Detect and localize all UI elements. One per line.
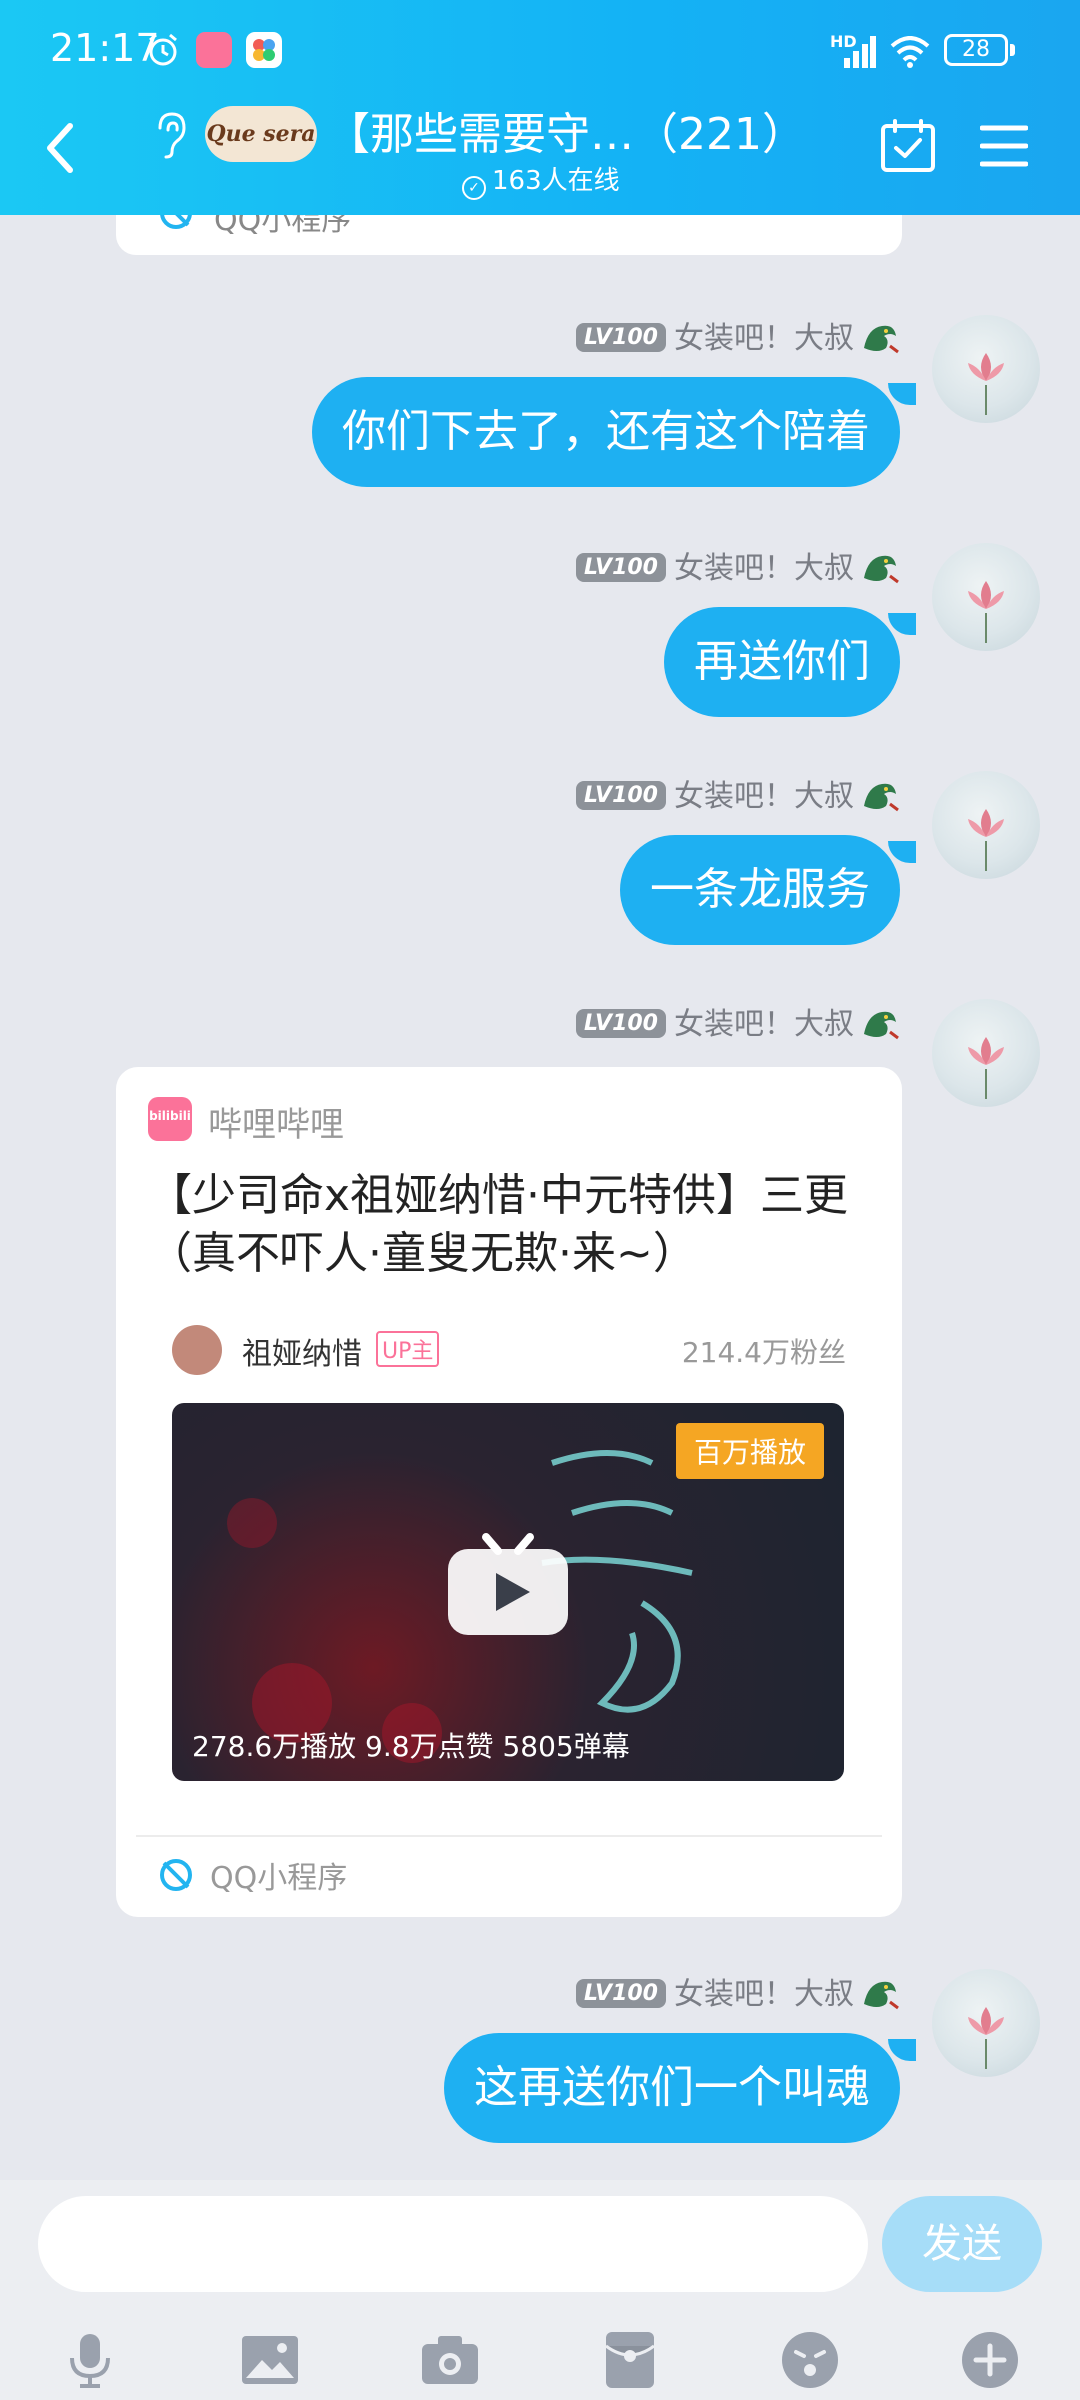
sender-name: 女装吧！大叔: [674, 1977, 854, 2012]
signal-icon: [844, 36, 876, 68]
hot-badge: 百万播放: [675, 1423, 824, 1479]
red-packet-icon[interactable]: [600, 2330, 660, 2390]
sender-avatar[interactable]: [932, 999, 1040, 1107]
uploader-name: 祖娅纳惜: [242, 1337, 362, 1372]
back-icon[interactable]: [40, 118, 80, 178]
status-bar: 21:17 HD 28: [0, 0, 1080, 100]
bubble-tail: [888, 613, 916, 635]
fan-count: 214.4万粉丝: [681, 1336, 846, 1369]
lotus-icon: [968, 2007, 1004, 2069]
video-thumbnail[interactable]: 百万播放 278.6万播放 9.8万点赞 5805弹幕: [172, 1403, 844, 1781]
bilibili-icon: bilibili: [148, 1097, 192, 1141]
level-badge: LV100: [576, 781, 666, 810]
sender-avatar[interactable]: [932, 543, 1040, 651]
card-divider: [136, 1835, 882, 1837]
plus-icon[interactable]: [960, 2330, 1020, 2390]
level-badge: LV100: [576, 323, 666, 352]
bilibili-icon-text: bilibili: [149, 1109, 191, 1123]
sender-name: 女装吧！大叔: [674, 1007, 854, 1042]
sender-name: 女装吧！大叔: [674, 779, 854, 814]
bilibili-share-card[interactable]: bilibili 哔哩哔哩 【少司命x祖娅纳惜·中元特供】三更（真不吓人·童叟无…: [116, 1067, 902, 1917]
emoji-icon[interactable]: [780, 2330, 840, 2390]
alarm-icon: [149, 33, 177, 66]
lotus-icon: [968, 809, 1004, 871]
battery-indicator: 28: [944, 34, 1008, 66]
previous-share-card[interactable]: QQ小程序: [116, 215, 902, 255]
message-list[interactable]: QQ小程序 LV100 女装吧！大叔 你们下去了，还有这个陪着 LV100 女装吧！…: [0, 215, 1080, 2180]
bubble-tail: [888, 841, 916, 863]
qq-mini-program-icon: [160, 215, 192, 229]
status-time: 21:17: [50, 26, 160, 70]
mini-program-label: QQ小程序: [210, 1861, 348, 1896]
level-badge: LV100: [576, 1979, 666, 2008]
photos-notification-icon: [246, 32, 282, 68]
play-icon[interactable]: [442, 1519, 574, 1639]
calendar-check-icon[interactable]: [880, 118, 936, 174]
video-title: 【少司命x祖娅纳惜·中元特供】三更（真不吓人·童叟无欺·来~）: [148, 1170, 849, 1279]
dragon-icon: [864, 783, 899, 812]
battery-tip: [1010, 44, 1015, 56]
sender-name: 女装吧！大叔: [674, 321, 854, 356]
level-badge: LV100: [576, 553, 666, 582]
group-avatar[interactable]: Que sera: [205, 106, 317, 162]
image-icon[interactable]: [240, 2330, 300, 2390]
online-icon: ✓: [462, 176, 486, 200]
menu-icon[interactable]: [980, 124, 1028, 168]
camera-icon[interactable]: [420, 2330, 480, 2390]
message-bubble[interactable]: 再送你们: [664, 607, 900, 717]
share-source-name: 哔哩哔哩: [208, 1105, 344, 1145]
microphone-icon[interactable]: [60, 2330, 120, 2390]
sender-info: LV100 女装吧！大叔: [576, 543, 900, 587]
mini-program-label: QQ小程序: [214, 215, 352, 238]
input-bar: 发送: [0, 2180, 1080, 2400]
bubble-tail: [888, 383, 916, 405]
sender-info: LV100 女装吧！大叔: [576, 313, 900, 357]
message-bubble[interactable]: 一条龙服务: [620, 835, 900, 945]
lotus-icon: [968, 353, 1004, 415]
lotus-icon: [968, 581, 1004, 643]
sender-avatar[interactable]: [932, 771, 1040, 879]
chat-header: 21:17 HD 28 Que sera 【那些需要守…（221） ✓ 163人…: [0, 0, 1080, 215]
lotus-icon: [968, 1037, 1004, 1099]
level-badge: LV100: [576, 1009, 666, 1038]
uploader-avatar: [172, 1325, 222, 1375]
wifi-icon: [890, 36, 930, 68]
dragon-icon: [864, 325, 899, 354]
message-input[interactable]: [38, 2196, 868, 2292]
sender-avatar[interactable]: [932, 1969, 1040, 2077]
bubble-tail: [888, 2039, 916, 2061]
send-button[interactable]: 发送: [882, 2196, 1042, 2292]
message-bubble[interactable]: 你们下去了，还有这个陪着: [312, 377, 900, 487]
online-count-label: 163人在线: [492, 166, 620, 196]
message-bubble[interactable]: 这再送你们一个叫魂: [444, 2033, 900, 2143]
up-badge: UP主: [376, 1331, 440, 1367]
sender-info: LV100 女装吧！大叔: [576, 1969, 900, 2013]
online-count[interactable]: ✓ 163人在线: [462, 160, 620, 200]
dragon-icon: [864, 1011, 899, 1040]
sender-name: 女装吧！大叔: [674, 551, 854, 586]
dragon-icon: [864, 555, 899, 584]
sender-info: LV100 女装吧！大叔: [576, 771, 900, 815]
video-stats: 278.6万播放 9.8万点赞 5805弹幕: [192, 1730, 630, 1763]
ear-icon[interactable]: [150, 110, 190, 160]
sender-info: LV100 女装吧！大叔: [576, 999, 900, 1043]
bilibili-notification-icon: [196, 32, 232, 68]
qq-mini-program-icon: [160, 1859, 192, 1891]
dragon-icon: [864, 1981, 899, 2010]
group-title[interactable]: 【那些需要守…（221）: [326, 98, 806, 162]
sender-avatar[interactable]: [932, 315, 1040, 423]
